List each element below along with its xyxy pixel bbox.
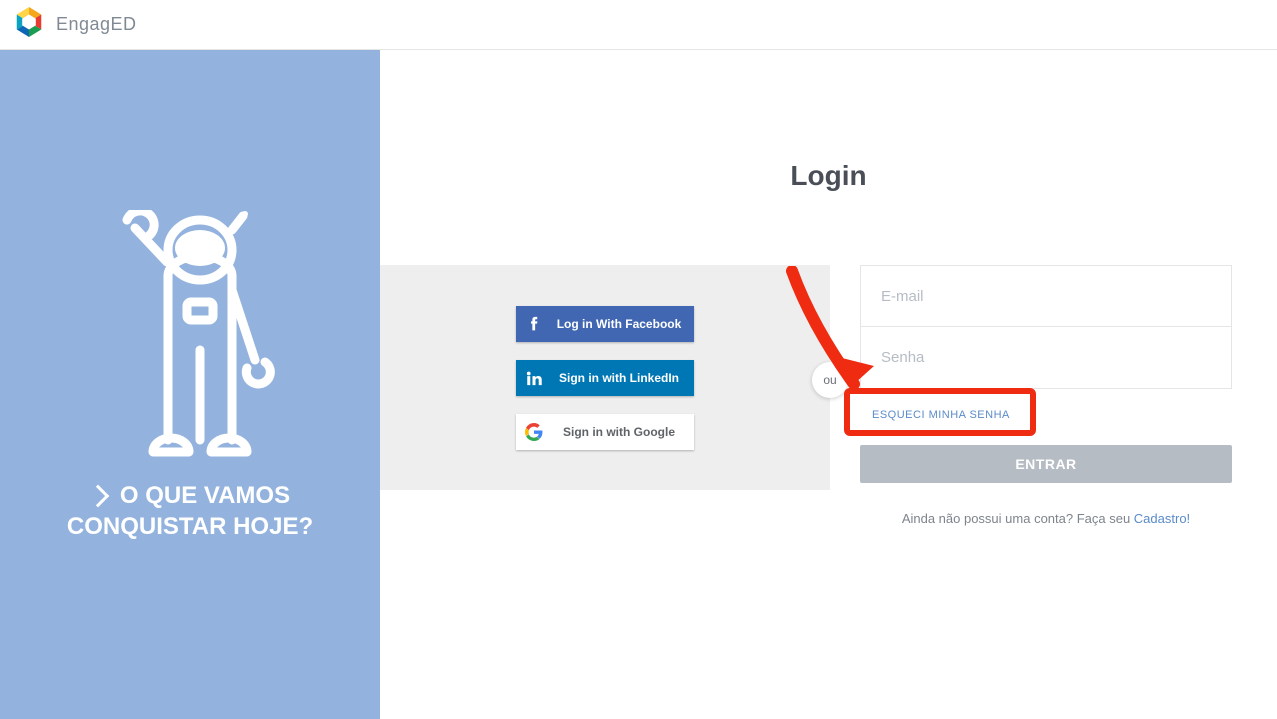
google-login-label: Sign in with Google <box>552 425 694 439</box>
linkedin-login-label: Sign in with LinkedIn <box>552 371 694 385</box>
sidebar-caption: O QUE VAMOS CONQUISTAR HOJE? <box>67 480 313 542</box>
linkedin-icon <box>516 360 552 396</box>
brand[interactable]: EngagED <box>12 5 137 44</box>
signup-prompt: Ainda não possui uma conta? Faça seu Cad… <box>860 511 1232 526</box>
social-panel: Log in With Facebook Sign in with Linked… <box>380 265 830 490</box>
brand-name: EngagED <box>56 14 137 35</box>
google-login-button[interactable]: Sign in with Google <box>516 414 694 450</box>
signup-prefix: Ainda não possui uma conta? Faça seu <box>902 511 1134 526</box>
sidebar-caption-line1: O QUE VAMOS <box>120 480 290 511</box>
email-field[interactable] <box>860 265 1232 327</box>
password-field[interactable] <box>860 327 1232 389</box>
topbar: EngagED <box>0 0 1277 50</box>
brand-logo-icon <box>12 5 46 44</box>
forgot-password-link[interactable]: ESQUECI MINHA SENHA <box>872 409 1010 421</box>
page-title: Login <box>380 160 1277 192</box>
sidebar: O QUE VAMOS CONQUISTAR HOJE? <box>0 50 380 719</box>
google-icon <box>516 414 552 450</box>
facebook-icon <box>516 306 552 342</box>
chevron-right-icon <box>87 484 110 507</box>
page: O QUE VAMOS CONQUISTAR HOJE? Login Log i… <box>0 50 1277 719</box>
linkedin-login-button[interactable]: Sign in with LinkedIn <box>516 360 694 396</box>
main: Login Log in With Facebook Sign in with … <box>380 50 1277 719</box>
astronaut-icon <box>105 210 275 470</box>
signup-link[interactable]: Cadastro! <box>1134 511 1190 526</box>
facebook-login-button[interactable]: Log in With Facebook <box>516 306 694 342</box>
or-label: ou <box>823 373 836 387</box>
submit-button[interactable]: ENTRAR <box>860 445 1232 483</box>
facebook-login-label: Log in With Facebook <box>552 317 694 331</box>
sidebar-caption-line2: CONQUISTAR HOJE? <box>67 511 313 542</box>
or-divider: ou <box>812 362 848 398</box>
login-form: ESQUECI MINHA SENHA ENTRAR Ainda não pos… <box>860 265 1232 526</box>
